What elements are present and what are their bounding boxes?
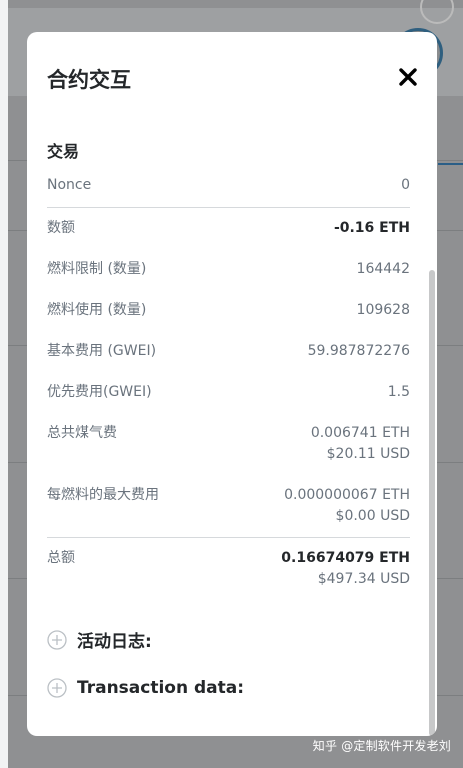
total-gas-fee-usd: $20.11 USD [326,446,410,462]
gas-limit-row: 燃料限制 (数量) 164442 [47,259,410,280]
section-title: 交易 [47,142,80,161]
plus-circle-icon [47,678,67,698]
total-value: 0.16674079 ETH $497.34 USD [281,548,410,590]
max-fee-value: 0.000000067 ETH $0.00 USD [284,485,410,527]
base-fee-label: 基本费用 (GWEI) [47,343,157,359]
max-fee-eth: 0.000000067 ETH [284,487,410,503]
priority-fee-value: 1.5 [387,384,410,400]
max-fee-label: 每燃料的最大费用 [47,487,159,503]
plus-circle-icon [47,629,67,650]
activity-log-label: 活动日志: [77,632,152,652]
gas-used-label: 燃料使用 (数量) [47,302,147,318]
nonce-value: 0 [401,177,410,193]
total-row: 总额 0.16674079 ETH $497.34 USD [47,548,410,590]
total-usd: $497.34 USD [317,571,410,587]
transaction-data-label: Transaction data: [77,678,245,698]
gas-used-value: 109628 [356,302,410,318]
priority-fee-label: 优先费用(GWEI) [47,384,152,400]
priority-fee-row: 优先费用(GWEI) 1.5 [47,382,410,403]
close-icon [399,68,417,86]
divider [47,537,410,538]
modal-title: 合约交互 [47,68,131,92]
total-gas-fee-row: 总共煤气费 0.006741 ETH $20.11 USD [47,423,410,465]
total-eth: 0.16674079 ETH [281,550,410,566]
background-edge [0,0,8,768]
divider [47,207,410,208]
total-label: 总额 [47,550,75,566]
watermark: 知乎 @定制软件开发老刘 [312,739,451,753]
gas-used-row: 燃料使用 (数量) 109628 [47,300,410,321]
base-fee-row: 基本费用 (GWEI) 59.987872276 [47,341,410,362]
amount-label: 数额 [47,220,75,236]
amount-row: 数额 -0.16 ETH [47,218,410,239]
nonce-label: Nonce [47,177,92,193]
amount-value: -0.16 ETH [333,220,410,236]
contract-interaction-modal: 合约交互 交易 Nonce 0 数额 -0.16 ETH 燃料限制 (数量) 1… [27,32,437,736]
max-fee-usd: $0.00 USD [335,508,410,524]
base-fee-value: 59.987872276 [307,343,410,359]
scrollbar[interactable] [429,270,435,736]
max-fee-row: 每燃料的最大费用 0.000000067 ETH $0.00 USD [47,485,410,527]
nonce-row: Nonce 0 [47,175,410,196]
total-gas-fee-label: 总共煤气费 [47,425,117,441]
total-gas-fee-eth: 0.006741 ETH [310,425,410,441]
gas-limit-label: 燃料限制 (数量) [47,261,147,277]
activity-log-toggle[interactable]: 活动日志: [47,627,152,652]
transaction-data-toggle[interactable]: Transaction data: [47,678,244,698]
gas-limit-value: 164442 [356,261,410,277]
total-gas-fee-value: 0.006741 ETH $20.11 USD [311,423,410,465]
close-button[interactable] [397,66,419,88]
background-tab-indicator [438,163,463,165]
